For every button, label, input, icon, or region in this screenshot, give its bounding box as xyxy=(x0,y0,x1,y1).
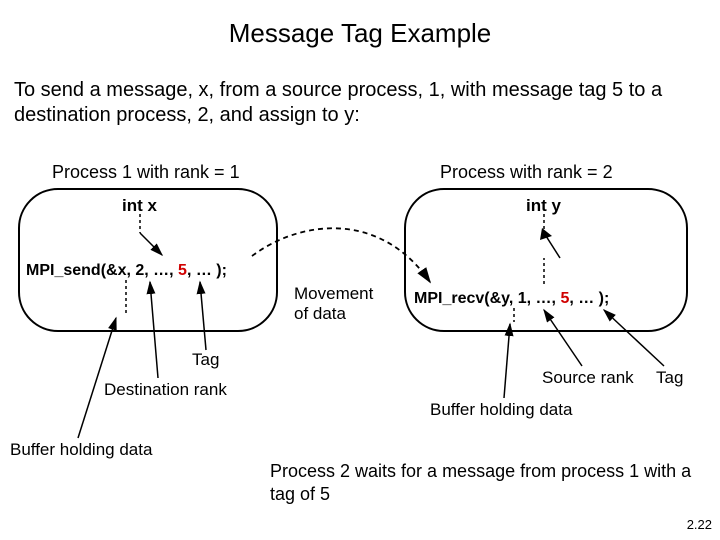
mpi-recv-tag: 5 xyxy=(560,290,569,307)
mpi-send-suffix: , … ); xyxy=(187,262,227,279)
mpi-send-prefix: MPI_send(&x, 2, …, xyxy=(26,262,178,279)
mpi-recv-call: MPI_recv(&y, 1, …, 5, … ); xyxy=(414,290,609,308)
tag-right-label: Tag xyxy=(656,368,683,388)
mpi-recv-prefix: MPI_recv(&y, 1, …, xyxy=(414,290,560,307)
mpi-send-call: MPI_send(&x, 2, …, 5, … ); xyxy=(26,262,227,280)
process-2-label: Process with rank = 2 xyxy=(440,162,613,183)
page-title: Message Tag Example xyxy=(0,18,720,49)
description-text: To send a message, x, from a source proc… xyxy=(14,78,706,128)
destination-rank-label: Destination rank xyxy=(104,380,227,400)
mpi-recv-suffix: , … ); xyxy=(569,290,609,307)
buffer-left-label: Buffer holding data xyxy=(10,440,152,460)
page-number: 2.22 xyxy=(687,517,712,532)
buffer-right-label: Buffer holding data xyxy=(430,400,572,420)
footnote-text: Process 2 waits for a message from proce… xyxy=(270,460,700,505)
tag-left-label: Tag xyxy=(192,350,219,370)
var-x: int x xyxy=(122,196,157,216)
process-1-label: Process 1 with rank = 1 xyxy=(52,162,240,183)
var-y: int y xyxy=(526,196,561,216)
movement-label: Movement of data xyxy=(294,284,373,323)
mpi-send-tag: 5 xyxy=(178,262,187,279)
source-rank-label: Source rank xyxy=(542,368,634,388)
